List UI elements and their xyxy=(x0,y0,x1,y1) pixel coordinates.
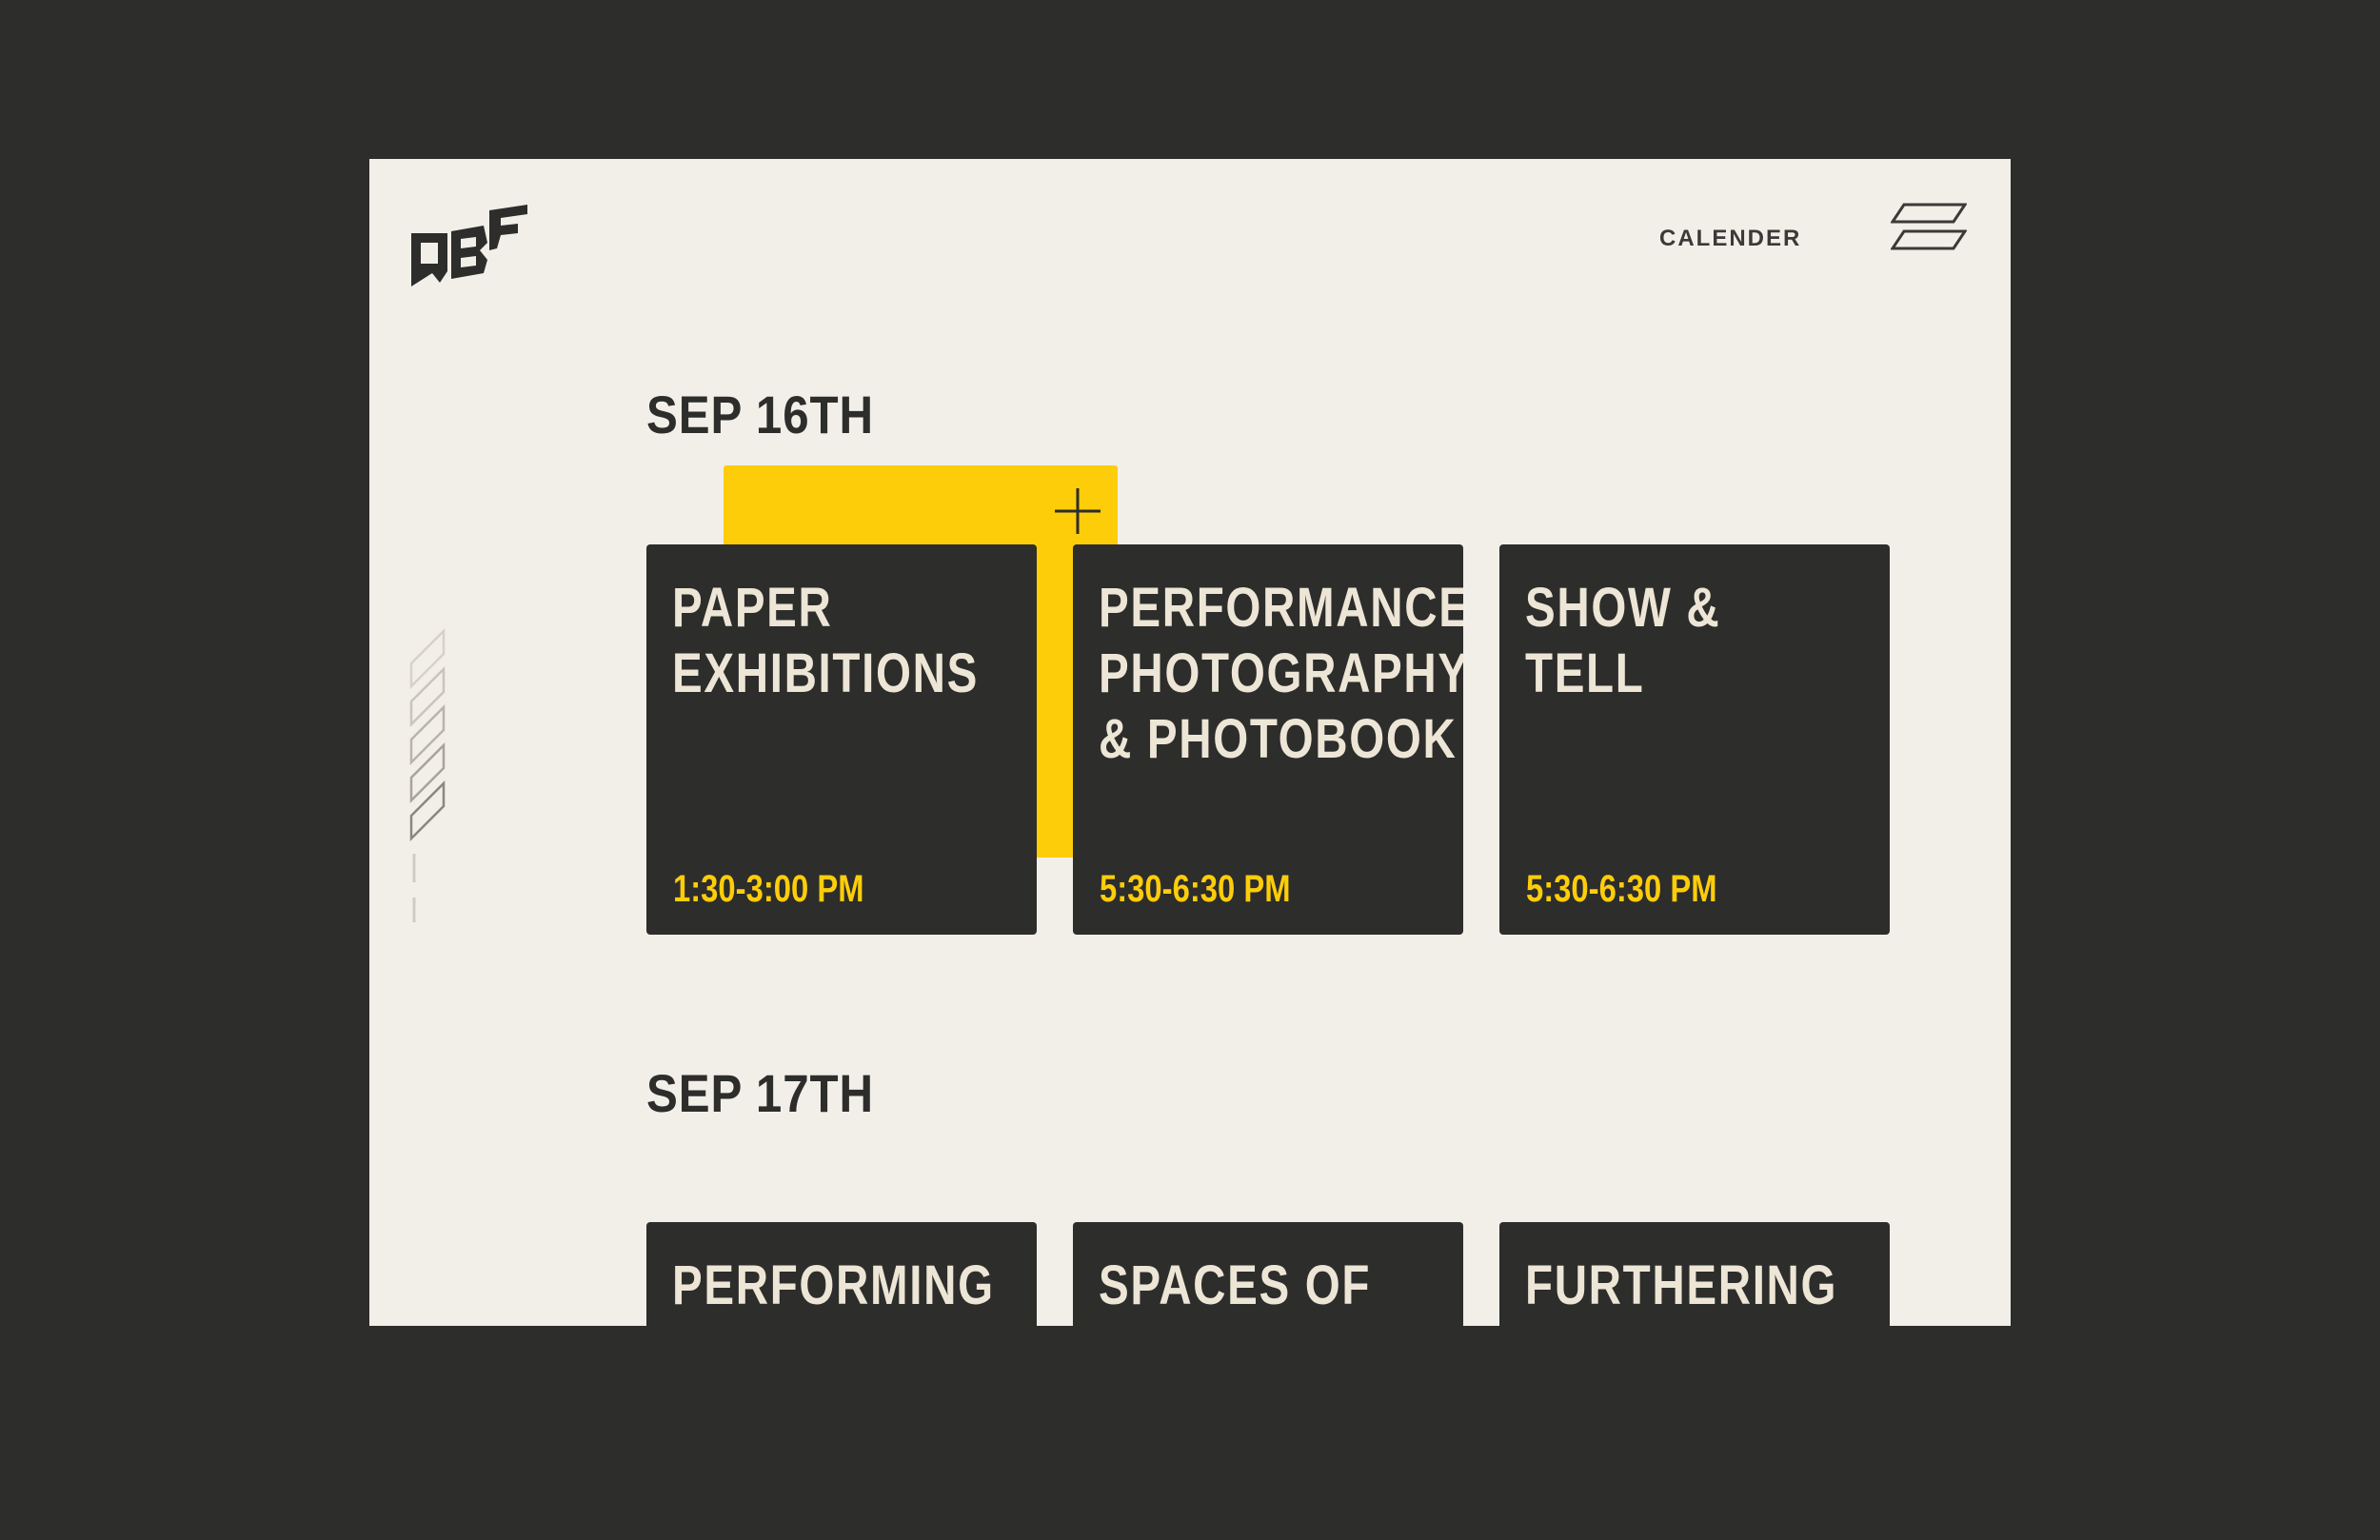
event-title: SPACES OF xyxy=(1099,1254,1372,1316)
nav-calendar-link[interactable]: CALENDER xyxy=(1659,226,1801,252)
event-time: 5:30-6:30 PM xyxy=(1526,868,1717,910)
event-card[interactable]: FURTHERING xyxy=(1499,1222,1890,1326)
event-title: SHOW & TELL xyxy=(1525,577,1721,704)
event-title: PERFORMANCE PHOTOGRAPHY & PHOTOBOOK xyxy=(1099,577,1463,770)
event-title: PERFORMING xyxy=(672,1254,995,1316)
event-time: 5:30-6:30 PM xyxy=(1100,868,1291,910)
menu-icon[interactable] xyxy=(1891,203,1967,252)
date-heading-day-1: SEP 16TH xyxy=(646,385,874,444)
scroll-indicator-decoration xyxy=(409,627,446,922)
event-title: PAPER EXHIBITIONS xyxy=(672,577,979,704)
page-frame: CALENDER SEP 16TH PAPER EXHIBITIONS 1:30… xyxy=(369,159,2011,1326)
event-card[interactable]: PERFORMING xyxy=(646,1222,1037,1326)
date-heading-day-2: SEP 17TH xyxy=(646,1063,874,1123)
event-card[interactable]: PAPER EXHIBITIONS 1:30-3:00 PM xyxy=(646,544,1037,935)
event-time: 1:30-3:00 PM xyxy=(673,868,864,910)
qbf-logo[interactable] xyxy=(409,205,531,290)
event-title: FURTHERING xyxy=(1525,1254,1838,1316)
event-card[interactable]: SPACES OF xyxy=(1073,1222,1463,1326)
event-card[interactable]: SHOW & TELL 5:30-6:30 PM xyxy=(1499,544,1890,935)
event-card[interactable]: PERFORMANCE PHOTOGRAPHY & PHOTOBOOK 5:30… xyxy=(1073,544,1463,935)
plus-icon[interactable] xyxy=(1053,486,1102,536)
